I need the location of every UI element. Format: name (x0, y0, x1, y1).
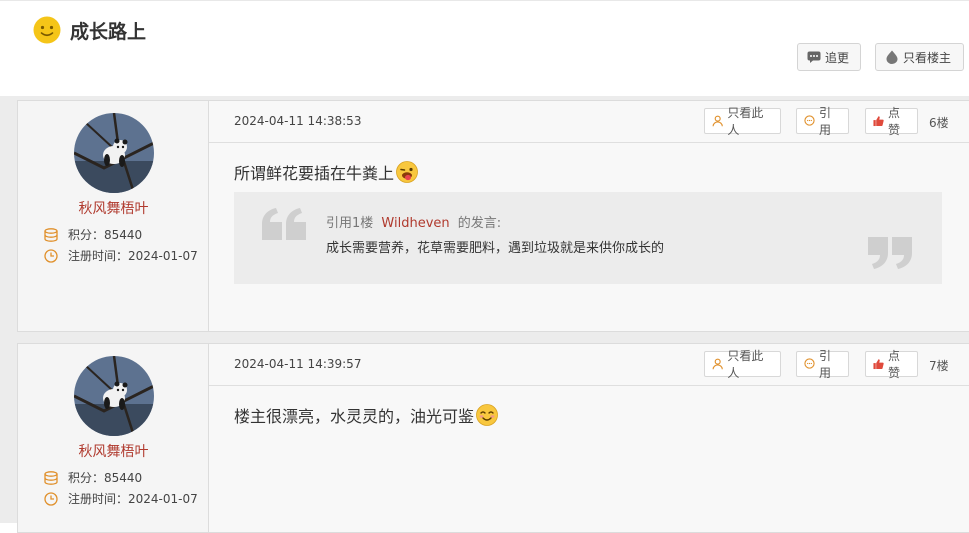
like-button[interactable]: 点赞 (865, 349, 918, 380)
post-body: 所谓鲜花要插在牛粪上 (234, 160, 418, 184)
register-label: 注册时间： (68, 492, 129, 506)
post-timestamp: 2024-04-11 14:38:53 (234, 114, 362, 128)
quote-button[interactable]: 引用 (796, 106, 849, 137)
post-header: 2024-04-11 14:38:53 只看此人 引用 点赞 6楼 (209, 101, 969, 143)
thumbs-up-icon (873, 116, 884, 127)
quote-prefix: 引用1楼 (326, 216, 374, 231)
post-item: 秋风舞梧叶 积分： 85440 注册时间： 2024-01-07 2024-04… (17, 100, 969, 332)
thumbs-up-icon (873, 359, 884, 370)
register-value: 2024-01-07 (128, 248, 198, 263)
score-value: 85440 (104, 470, 143, 485)
register-label: 注册时间： (68, 249, 129, 263)
clock-icon (44, 491, 58, 506)
only-this-author-label: 只看此人 (727, 349, 764, 380)
person-icon (712, 358, 723, 370)
author-register-date: 注册时间： 2024-01-07 (44, 490, 198, 507)
post-body-text: 楼主很漂亮，水灵灵的，油光可鉴 (234, 407, 475, 426)
post-body-text: 所谓鲜花要插在牛粪上 (234, 164, 395, 183)
author-panel: 秋风舞梧叶 积分： 85440 注册时间： 2024-01-07 (18, 344, 209, 532)
avatar[interactable] (74, 113, 154, 193)
floor-number: 7楼 (929, 359, 949, 373)
smiley-face-icon (33, 16, 61, 44)
quote-body: 成长需要营养，花草需要肥料，遇到垃圾就是来供你成长的 (326, 241, 665, 256)
drop-person-icon (886, 50, 898, 64)
only-this-author-button[interactable]: 只看此人 (704, 106, 781, 137)
post-header: 2024-04-11 14:39:57 只看此人 引用 点赞 7楼 (209, 344, 969, 386)
quote-block: 引用1楼 Wildheven 的发言: 成长需要营养，花草需要肥料，遇到垃圾就是… (234, 192, 942, 284)
quote-label: 引用 (819, 106, 832, 137)
page-title: 成长路上 (70, 20, 147, 43)
author-name[interactable]: 秋风舞梧叶 (18, 441, 209, 461)
person-icon (712, 115, 723, 127)
score-label: 积分： (68, 471, 105, 485)
quote-username[interactable]: Wildheven (381, 216, 449, 231)
post-content: 2024-04-11 14:39:57 只看此人 引用 点赞 7楼 楼主很漂亮，… (209, 344, 969, 532)
quote-button[interactable]: 引用 (796, 349, 849, 380)
post-content: 2024-04-11 14:38:53 只看此人 引用 点赞 6楼 所谓鲜花要插… (209, 101, 969, 331)
floor-number: 6楼 (929, 116, 949, 130)
score-label: 积分： (68, 228, 105, 242)
score-value: 85440 (104, 227, 143, 242)
author-panel: 秋风舞梧叶 积分： 85440 注册时间： 2024-01-07 (18, 101, 209, 331)
post-list: 秋风舞梧叶 积分： 85440 注册时间： 2024-01-07 2024-04… (0, 96, 969, 533)
post-item: 秋风舞梧叶 积分： 85440 注册时间： 2024-01-07 2024-04… (17, 343, 969, 533)
comment-icon (804, 358, 815, 369)
coins-icon (44, 470, 58, 485)
quote-header: 引用1楼 Wildheven 的发言: (326, 212, 501, 231)
thread-header: 成长路上 追更 只看楼主 (0, 0, 969, 96)
register-value: 2024-01-07 (128, 491, 198, 506)
quote-label: 引用 (819, 349, 832, 380)
post-timestamp: 2024-04-11 14:39:57 (234, 357, 362, 371)
blush-smile-emoji-icon (476, 404, 498, 426)
chat-bubble-icon (807, 51, 821, 63)
post-body: 楼主很漂亮，水灵灵的，油光可鉴 (234, 403, 498, 427)
avatar[interactable] (74, 356, 154, 436)
follow-updates-button[interactable]: 追更 (797, 43, 861, 71)
author-name[interactable]: 秋风舞梧叶 (18, 198, 209, 218)
only-this-author-label: 只看此人 (727, 106, 764, 137)
like-label: 点赞 (888, 349, 901, 380)
author-score: 积分： 85440 (44, 469, 142, 486)
owner-only-label: 只看楼主 (903, 50, 952, 65)
author-register-date: 注册时间： 2024-01-07 (44, 247, 198, 264)
tongue-wink-emoji-icon (396, 161, 418, 183)
quote-suffix: 的发言: (457, 216, 502, 231)
comment-icon (804, 115, 815, 126)
author-score: 积分： 85440 (44, 226, 142, 243)
quote-close-icon (868, 237, 912, 269)
like-label: 点赞 (888, 106, 901, 137)
only-this-author-button[interactable]: 只看此人 (704, 349, 781, 380)
thread-title-block: 成长路上 (33, 16, 146, 44)
clock-icon (44, 248, 58, 263)
owner-only-button[interactable]: 只看楼主 (875, 43, 964, 71)
like-button[interactable]: 点赞 (865, 106, 918, 137)
follow-updates-label: 追更 (825, 50, 850, 65)
coins-icon (44, 227, 58, 242)
quote-open-icon (262, 208, 306, 240)
